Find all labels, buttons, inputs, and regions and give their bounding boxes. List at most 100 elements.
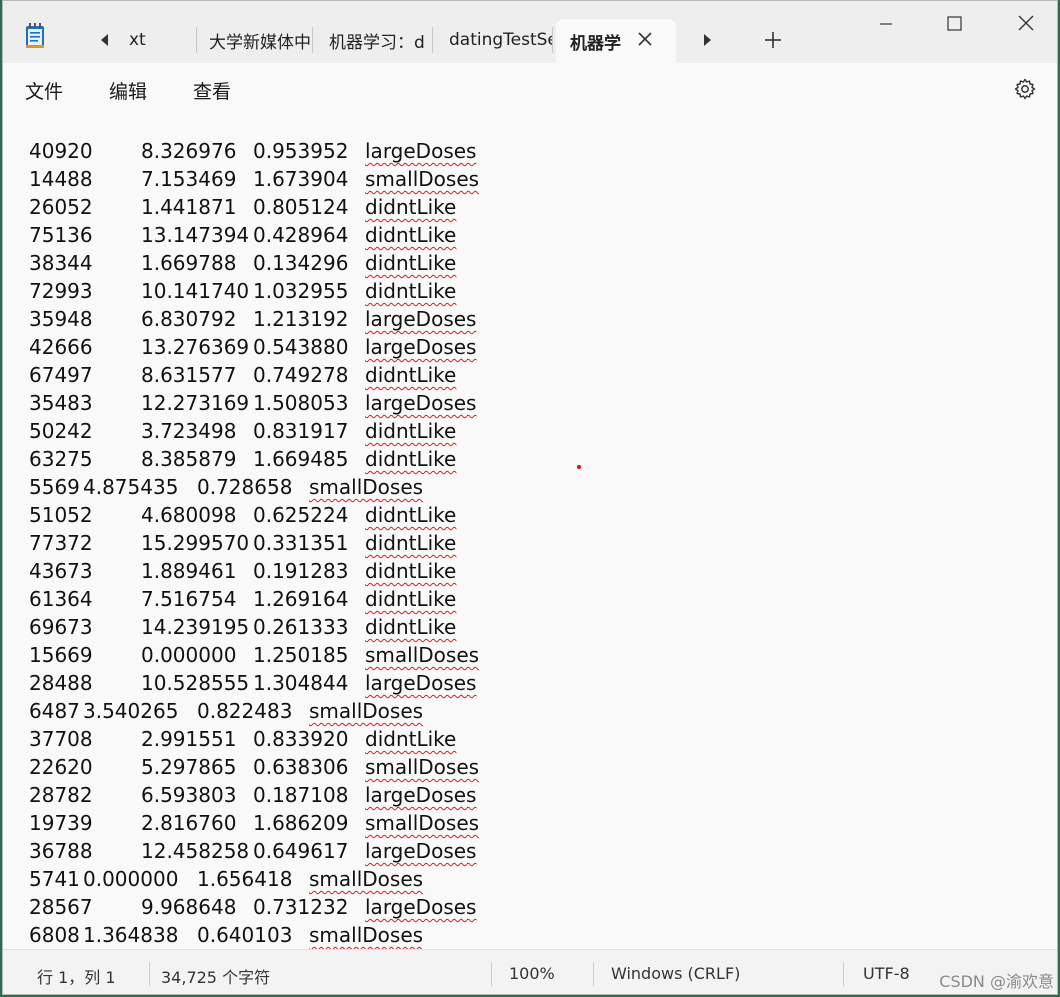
line-col-3: 0.831917 [253, 419, 349, 443]
line-col-id: 77372 [29, 531, 93, 555]
tab-1[interactable]: xt [129, 27, 197, 53]
line-col-label: largeDoses [365, 391, 477, 415]
line-col-label: largeDoses [365, 895, 477, 919]
line-col-label: smallDoses [365, 167, 480, 191]
settings-gear-icon[interactable] [1013, 77, 1037, 101]
line-col-label: smallDoses [309, 475, 424, 499]
line-col-label: smallDoses [309, 699, 424, 723]
line-col-label: smallDoses [365, 643, 480, 667]
line-col-3: 1.656418 [197, 867, 293, 891]
line-col-id: 28567 [29, 895, 93, 919]
text-editor-area[interactable]: 40920 8.326976 0.953952 largeDoses 14488 7.15… [3, 113, 1057, 949]
line-col-id: 22620 [29, 755, 93, 779]
line-col-label: didntLike [365, 727, 457, 751]
line-col-label: largeDoses [365, 307, 477, 331]
line-col-label: smallDoses [309, 923, 424, 947]
line-col-label: didntLike [365, 363, 457, 387]
status-cursor-position: 行 1，列 1 [37, 968, 116, 987]
line-col-2: 5.297865 [141, 755, 237, 779]
line-col-3: 0.191283 [253, 559, 349, 583]
line-col-label: largeDoses [365, 335, 477, 359]
line-col-id: 69673 [29, 615, 93, 639]
line-col-label: didntLike [365, 419, 457, 443]
line-col-2: 8.385879 [141, 447, 237, 471]
line-col-3: 1.669485 [253, 447, 349, 471]
tab-3[interactable]: 机器学习：d [329, 27, 433, 53]
line-col-id: 63275 [29, 447, 93, 471]
tab-4[interactable]: datingTestSe [449, 27, 553, 53]
line-col-label: smallDoses [309, 867, 424, 891]
minimize-icon[interactable] [871, 11, 901, 37]
line-col-label: largeDoses [365, 783, 477, 807]
line-col-3: 0.640103 [197, 923, 293, 947]
line-col-label: didntLike [365, 251, 457, 275]
line-col-label: didntLike [365, 587, 457, 611]
line-col-id: 51052 [29, 503, 93, 527]
line-col-3: 0.261333 [253, 615, 349, 639]
line-col-label: didntLike [365, 447, 457, 471]
line-col-2: 15.299570 [141, 531, 250, 555]
menu-file[interactable]: 文件 [25, 77, 63, 104]
mouse-pointer-dot [577, 465, 581, 469]
line-col-id: 50242 [29, 419, 93, 443]
status-encoding[interactable]: UTF-8 [863, 964, 910, 983]
line-col-label: didntLike [365, 615, 457, 639]
line-col-3: 0.822483 [197, 699, 293, 723]
new-tab-icon[interactable] [763, 29, 783, 51]
line-col-3: 1.250185 [253, 643, 349, 667]
line-col-label: smallDoses [365, 811, 480, 835]
tab-2[interactable]: 大学新媒体中 [209, 27, 313, 53]
line-col-2: 2.816760 [141, 811, 237, 835]
notepad-window: xt 大学新媒体中 机器学习：d datingTestSe 机器学 文件 编辑 … [2, 0, 1058, 995]
maximize-icon[interactable] [939, 11, 969, 37]
tab-3-label: 机器学习：d [329, 32, 425, 53]
line-col-id: 35483 [29, 391, 93, 415]
line-col-3: 1.304844 [253, 671, 349, 695]
line-col-2: 4.680098 [141, 503, 237, 527]
line-col-2: 9.968648 [141, 895, 237, 919]
line-col-id: 35948 [29, 307, 93, 331]
line-col-3: 1.032955 [253, 279, 349, 303]
line-col-id: 5741 [29, 867, 80, 891]
tab-5-active[interactable]: 机器学 [556, 19, 676, 63]
line-col-id: 61364 [29, 587, 93, 611]
line-col-3: 1.269164 [253, 587, 349, 611]
line-col-3: 0.187108 [253, 783, 349, 807]
close-window-icon[interactable] [1011, 11, 1041, 37]
status-divider [491, 962, 492, 986]
line-col-id: 75136 [29, 223, 93, 247]
line-col-3: 1.673904 [253, 167, 349, 191]
line-col-2: 1.364838 [83, 923, 179, 947]
line-col-3: 0.543880 [253, 335, 349, 359]
line-col-2: 4.875435 [83, 475, 179, 499]
line-col-id: 26052 [29, 195, 93, 219]
title-bar: xt 大学新媒体中 机器学习：d datingTestSe 机器学 [3, 1, 1057, 63]
menu-view[interactable]: 查看 [193, 77, 231, 104]
line-col-3: 0.833920 [253, 727, 349, 751]
line-col-3: 0.134296 [253, 251, 349, 275]
status-line-ending[interactable]: Windows (CRLF) [611, 964, 740, 983]
line-col-2: 6.593803 [141, 783, 237, 807]
close-tab-icon[interactable] [635, 29, 655, 49]
line-col-3: 1.508053 [253, 391, 349, 415]
tab-4-label: datingTestSe [449, 30, 552, 50]
notepad-app-icon [26, 23, 44, 48]
line-col-2: 1.441871 [141, 195, 237, 219]
scroll-tabs-right-icon[interactable] [699, 31, 715, 49]
status-zoom[interactable]: 100% [509, 964, 555, 983]
line-col-2: 13.147394 [141, 223, 250, 247]
line-col-id: 14488 [29, 167, 93, 191]
menu-edit[interactable]: 编辑 [109, 77, 147, 104]
line-col-id: 40920 [29, 139, 93, 163]
line-col-3: 0.728658 [197, 475, 293, 499]
line-col-2: 1.889461 [141, 559, 237, 583]
line-col-2: 10.528555 [141, 671, 250, 695]
line-col-2: 0.000000 [83, 867, 179, 891]
line-col-label: smallDoses [365, 755, 480, 779]
line-col-id: 72993 [29, 279, 93, 303]
scroll-tabs-left-icon[interactable] [97, 31, 113, 49]
tab-2-label: 大学新媒体中 [209, 32, 311, 53]
line-col-2: 14.239195 [141, 615, 250, 639]
line-col-2: 0.000000 [141, 643, 237, 667]
status-divider [149, 962, 150, 986]
